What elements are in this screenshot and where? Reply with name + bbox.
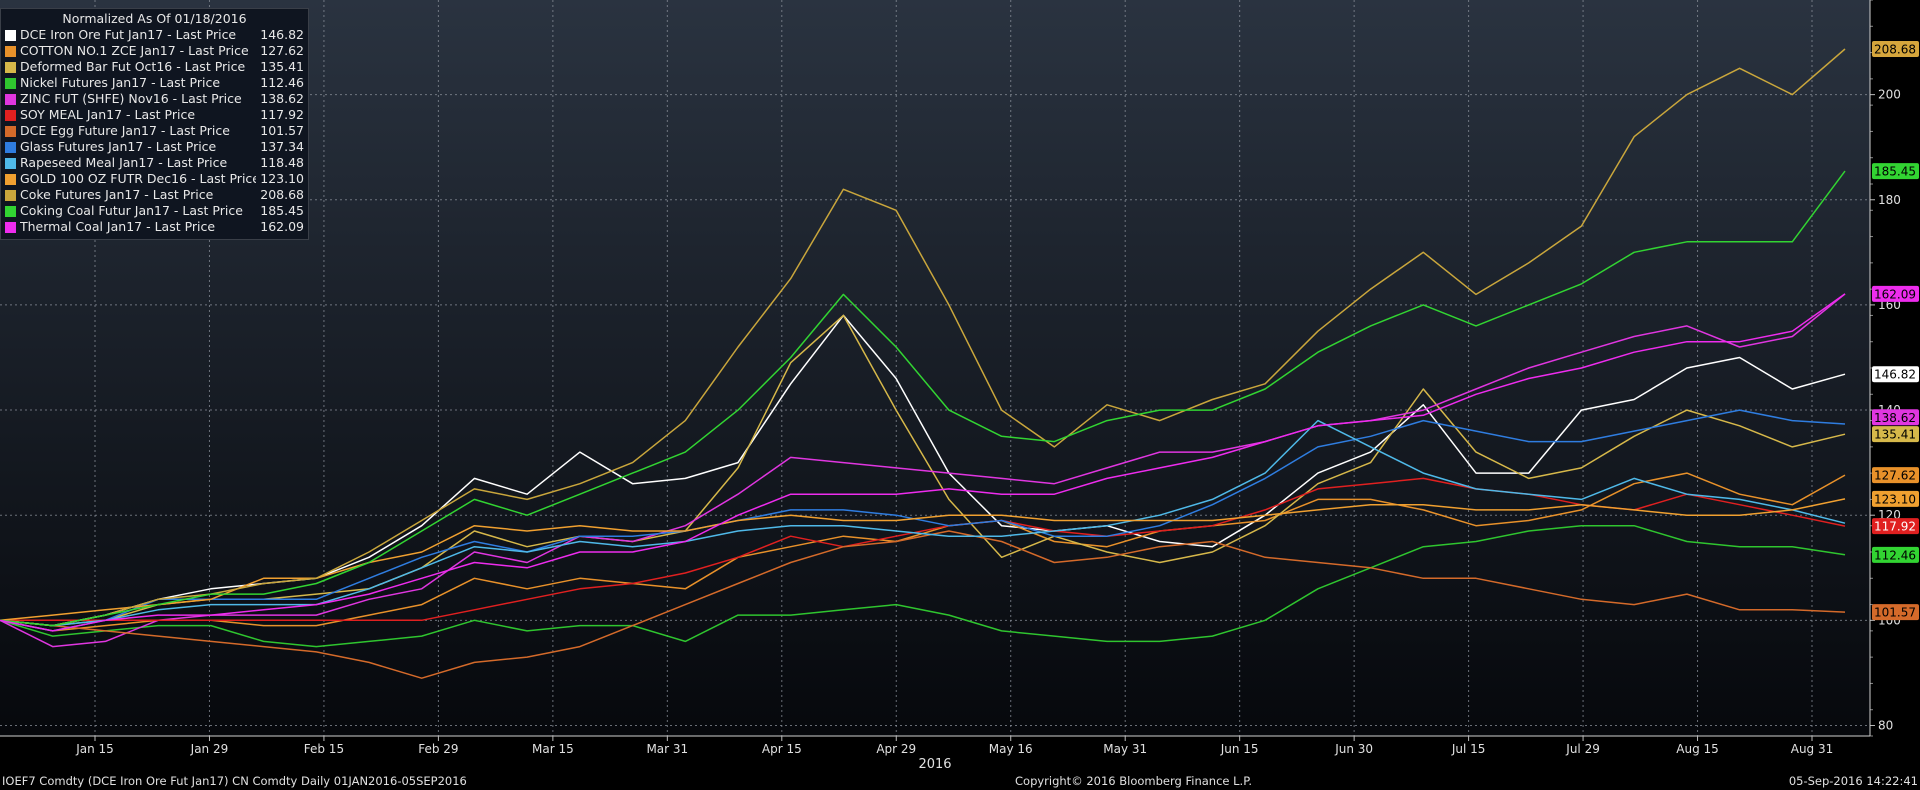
last-price-value: 127.62	[1874, 469, 1916, 483]
last-price-value: 101.57	[1874, 606, 1916, 620]
x-tick-label: Mar 31	[646, 742, 688, 756]
x-tick-label: Apr 29	[876, 742, 916, 756]
legend-item: COTTON NO.1 ZCE Jan17 - Last Price 127.62	[5, 43, 304, 59]
x-tick-label: Jul 29	[1565, 742, 1600, 756]
legend-swatch	[5, 77, 16, 89]
legend-swatch	[5, 29, 16, 41]
y-tick-label: 200	[1878, 88, 1901, 102]
legend-swatch	[5, 173, 16, 185]
legend-swatch	[5, 109, 16, 121]
legend-item: ZINC FUT (SHFE) Nov16 - Last Price 138.62	[5, 91, 304, 107]
chart-title: Normalized As Of 01/18/2016	[62, 11, 247, 26]
legend-series-name: Glass Futures Jan17 - Last Price	[20, 139, 217, 154]
legend-series-name: ZINC FUT (SHFE) Nov16 - Last Price	[20, 91, 242, 106]
footer: IOEF7 Comdty (DCE Iron Ore Fut Jan17) CN…	[0, 772, 1920, 790]
legend-rows: DCE Iron Ore Fut Jan17 - Last Price 146.8…	[5, 27, 304, 235]
legend-swatch	[5, 125, 16, 137]
legend-item: Deformed Bar Fut Oct16 - Last Price 135.4…	[5, 59, 304, 75]
last-price-value: 112.46	[1874, 548, 1916, 562]
copyright: Copyright© 2016 Bloomberg Finance L.P.	[1015, 774, 1252, 788]
last-price-value: 135.41	[1874, 428, 1916, 442]
legend-series-name: Coking Coal Futur Jan17 - Last Price	[20, 203, 243, 218]
legend-series-name: COTTON NO.1 ZCE Jan17 - Last Price	[20, 43, 249, 58]
last-price-value: 146.82	[1874, 368, 1916, 382]
x-tick-label: Apr 15	[762, 742, 802, 756]
legend-swatch	[5, 45, 16, 57]
legend-item: SOY MEAL Jan17 - Last Price 117.92	[5, 107, 304, 123]
last-price-value: 185.45	[1874, 165, 1916, 179]
legend-series-name: Rapeseed Meal Jan17 - Last Price	[20, 155, 228, 170]
last-price-value: 162.09	[1874, 287, 1916, 301]
x-tick-label: Mar 15	[532, 742, 574, 756]
x-axis: Jan 15 Jan 29 Feb 15 Feb 29 Mar 15 Mar 31 Apr …	[0, 735, 1870, 756]
legend-item: Glass Futures Jan17 - Last Price 137.34	[5, 139, 304, 155]
legend-series-name: DCE Egg Future Jan17 - Last Price	[20, 123, 230, 138]
legend-item: Thermal Coal Jan17 - Last Price 162.09	[5, 219, 304, 235]
legend-series-value: 162.09	[260, 219, 304, 234]
security-description: IOEF7 Comdty (DCE Iron Ore Fut Jan17) CN…	[2, 774, 467, 788]
last-price-value: 117.92	[1874, 520, 1916, 534]
legend-series-name: Nickel Futures Jan17 - Last Price	[20, 75, 221, 90]
legend-series-name: Thermal Coal Jan17 - Last Price	[20, 219, 216, 234]
legend-swatch	[5, 157, 16, 169]
legend-series-value: 127.62	[260, 43, 304, 58]
legend-swatch	[5, 93, 16, 105]
y-tick-label: 80	[1878, 718, 1893, 732]
legend-series-value: 138.62	[260, 91, 304, 106]
legend-item: Nickel Futures Jan17 - Last Price 112.46	[5, 75, 304, 91]
legend-swatch	[5, 205, 16, 217]
legend-item: Rapeseed Meal Jan17 - Last Price 118.48	[5, 155, 304, 171]
legend-series-value: 101.57	[260, 123, 304, 138]
last-price-labels: 208.68 185.45 162.09 146.82 138.62 135.41 127.…	[1872, 40, 1919, 621]
x-tick-label: Feb 29	[418, 742, 458, 756]
legend-series-name: GOLD 100 OZ FUTR Dec16 - Last Price	[20, 171, 257, 186]
legend-item: GOLD 100 OZ FUTR Dec16 - Last Price 123.1…	[5, 171, 304, 187]
legend-series-value: 112.46	[260, 75, 304, 90]
x-tick-label: Jun 30	[1334, 742, 1373, 756]
x-axis-label: 2016	[918, 757, 951, 772]
x-tick-label: Jan 29	[190, 742, 229, 756]
x-tick-label: Aug 15	[1676, 742, 1719, 756]
x-tick-label: May 16	[989, 742, 1033, 756]
legend-swatch	[5, 141, 16, 153]
legend-series-value: 117.92	[260, 107, 304, 122]
legend-swatch	[5, 189, 16, 201]
legend-series-value: 208.68	[260, 187, 304, 202]
last-price-value: 208.68	[1874, 42, 1916, 56]
legend-swatch	[5, 61, 16, 73]
legend-series-name: Coke Futures Jan17 - Last Price	[20, 187, 214, 202]
legend-item: Coke Futures Jan17 - Last Price 208.68	[5, 187, 304, 203]
x-tick-label: Jan 15	[75, 742, 114, 756]
y-tick-label: 180	[1878, 193, 1901, 207]
x-tick-label: Aug 31	[1791, 742, 1834, 756]
x-tick-label: Feb 15	[304, 742, 344, 756]
x-tick-label: May 31	[1103, 742, 1147, 756]
legend-item: DCE Iron Ore Fut Jan17 - Last Price 146.8…	[5, 27, 304, 43]
x-tick-label: Jul 15	[1451, 742, 1486, 756]
legend-series-name: Deformed Bar Fut Oct16 - Last Price	[20, 59, 246, 74]
legend-series-value: 123.10	[260, 171, 304, 186]
legend-series-value: 146.82	[260, 27, 304, 42]
legend-series-name: SOY MEAL Jan17 - Last Price	[20, 107, 196, 122]
last-price-value: 138.62	[1874, 411, 1916, 425]
last-price-value: 123.10	[1874, 492, 1916, 506]
legend-series-value: 185.45	[260, 203, 304, 218]
legend-series-name: DCE Iron Ore Fut Jan17 - Last Price	[20, 27, 237, 42]
legend-series-value: 137.34	[260, 139, 304, 154]
legend-item: Coking Coal Futur Jan17 - Last Price 185.…	[5, 203, 304, 219]
legend-swatch	[5, 221, 16, 233]
legend-series-value: 135.41	[260, 59, 304, 74]
legend: Normalized As Of 01/18/2016 DCE Iron Ore…	[0, 8, 309, 240]
legend-item: DCE Egg Future Jan17 - Last Price 101.57	[5, 123, 304, 139]
legend-series-value: 118.48	[260, 155, 304, 170]
timestamp: 05-Sep-2016 14:22:41	[1788, 774, 1918, 788]
x-tick-label: Jun 15	[1220, 742, 1259, 756]
